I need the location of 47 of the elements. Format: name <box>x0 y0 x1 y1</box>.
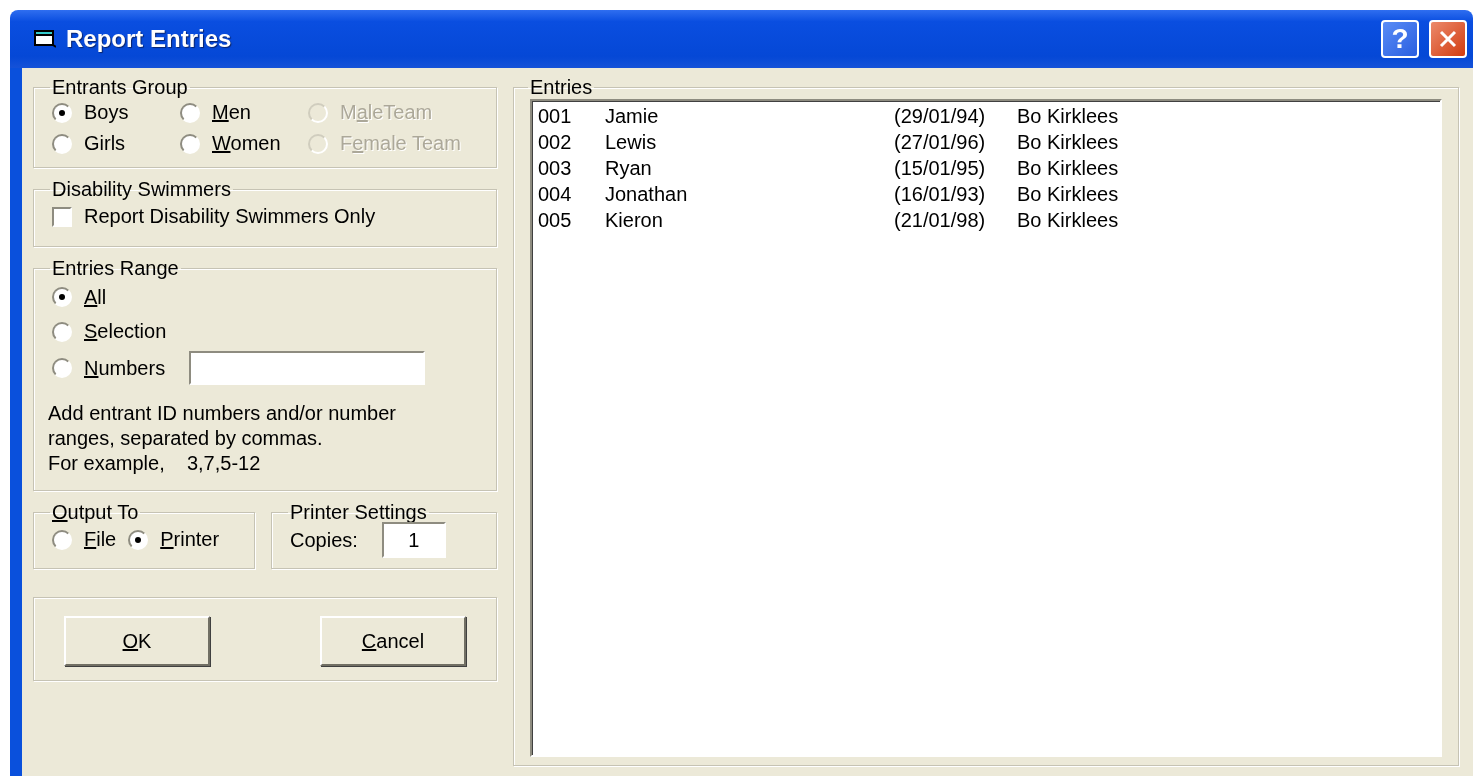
entry-number: 002 <box>538 130 573 154</box>
dialog-button[interactable]: OK <box>64 616 210 666</box>
entry-club: Bo Kirklees <box>1017 156 1120 180</box>
group-title: Entries Range <box>51 257 180 280</box>
window-icon <box>34 29 56 49</box>
radio-option[interactable]: Girls <box>52 130 180 157</box>
numbers-field[interactable] <box>189 351 426 385</box>
copies-field[interactable]: 1 <box>381 522 446 558</box>
entry-number: 003 <box>538 156 573 180</box>
entry-birthdate: (29/01/94) <box>894 104 987 128</box>
copies-label: Copies: <box>290 528 358 552</box>
close-button[interactable] <box>1429 20 1467 58</box>
radio-option[interactable]: Numbers <box>52 354 166 382</box>
radio-option[interactable]: Men <box>180 99 308 126</box>
entry-name: Jonathan <box>605 182 689 206</box>
group-title: Entrants Group <box>51 76 189 99</box>
checkbox-option[interactable]: Report Disability Swimmers Only <box>52 205 376 228</box>
radio-option[interactable]: Women <box>180 130 308 157</box>
entry-birthdate: (21/01/98) <box>894 208 987 232</box>
entry-name: Ryan <box>605 156 653 180</box>
group-title: Printer Settings <box>289 501 428 524</box>
radio-option[interactable]: All <box>52 283 107 311</box>
window-title: Report Entries <box>66 25 233 53</box>
entry-number: 001 <box>538 104 573 128</box>
group-title: Output To <box>51 501 140 524</box>
entry-birthdate: (16/01/93) <box>894 182 987 206</box>
entry-number: 004 <box>538 182 573 206</box>
entry-name: Kieron <box>605 208 664 232</box>
radio-option[interactable]: Boys <box>52 99 180 126</box>
entry-club: Bo Kirklees <box>1017 104 1120 128</box>
close-icon <box>1438 29 1458 49</box>
entry-club: Bo Kirklees <box>1017 208 1120 232</box>
group-title: Disability Swimmers <box>51 178 232 201</box>
entry-club: Bo Kirklees <box>1017 182 1120 206</box>
entry-birthdate: (27/01/96) <box>894 130 987 154</box>
group-title: Entries <box>529 76 594 99</box>
radio-option[interactable]: Printer <box>128 526 220 553</box>
help-button[interactable]: ? <box>1381 20 1419 58</box>
entry-number: 005 <box>538 208 573 232</box>
entry-club: Bo Kirklees <box>1017 130 1120 154</box>
entry-name: Jamie <box>605 104 660 128</box>
radio-option[interactable]: File <box>52 526 117 553</box>
help-text: Add entrant ID numbers and/or number ranges, separated by commas. For example, 3,7,5-12 <box>48 401 397 476</box>
dialog-button[interactable]: Cancel <box>320 616 466 666</box>
entry-birthdate: (15/01/95) <box>894 156 987 180</box>
radio-option[interactable]: Selection <box>52 318 167 345</box>
entry-name: Lewis <box>605 130 658 154</box>
